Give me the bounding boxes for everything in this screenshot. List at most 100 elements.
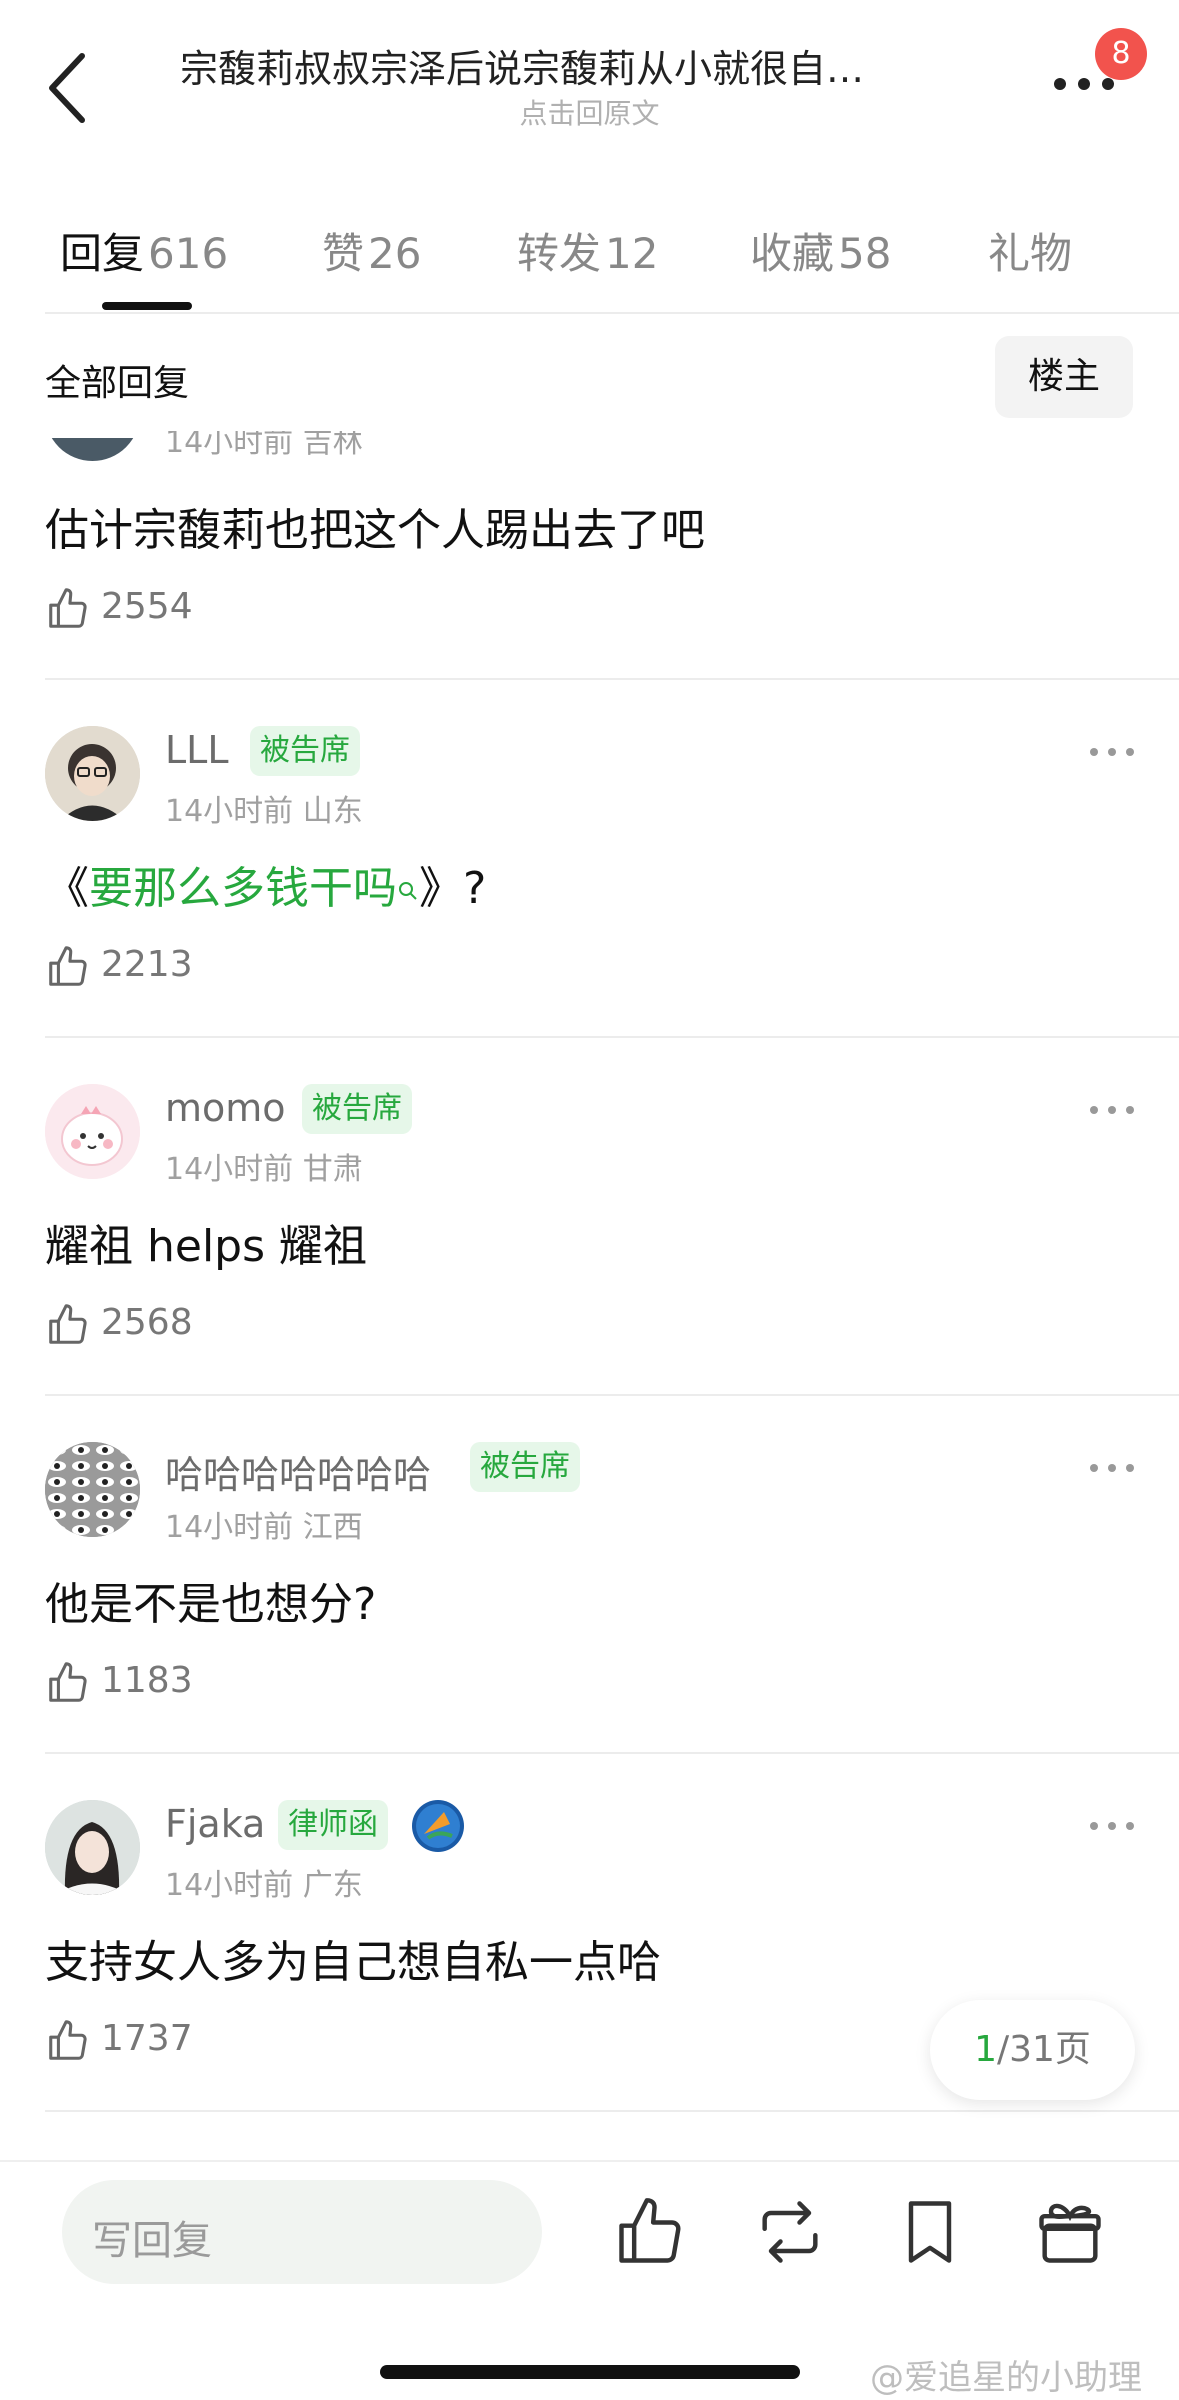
- divider: [45, 678, 1179, 680]
- flower-icon: [412, 1800, 464, 1852]
- comment-location: 山东: [302, 794, 363, 829]
- like-count: 2213: [101, 944, 193, 985]
- active-tab-indicator: [102, 302, 192, 310]
- reply-placeholder: 写回复: [92, 2218, 212, 2264]
- tab-label: 收藏: [750, 229, 835, 278]
- like-button[interactable]: 2568: [45, 1302, 245, 1352]
- current-page: 1: [974, 2029, 997, 2070]
- like-post-button[interactable]: [612, 2194, 688, 2270]
- avatar[interactable]: [45, 1800, 140, 1895]
- tab-favorites[interactable]: 收藏58: [750, 220, 891, 281]
- comment-text: 《要那么多钱干吗 》?: [45, 852, 486, 916]
- username[interactable]: 哈哈哈哈哈哈哈: [165, 1444, 431, 1499]
- divider: [45, 312, 1179, 314]
- comment-location: 广东: [302, 1868, 363, 1903]
- divider: [45, 2110, 1179, 2112]
- comment-time: 14小时前: [165, 431, 294, 460]
- filter-all-replies[interactable]: 全部回复: [45, 354, 189, 406]
- comment-location: 甘肃: [302, 1152, 363, 1187]
- comment-meta: 14小时前 广东: [165, 1860, 363, 1904]
- bookmark-icon: [908, 2201, 952, 2263]
- like-button[interactable]: 2554: [45, 586, 245, 636]
- like-button[interactable]: 1737: [45, 2018, 245, 2068]
- comment-text: 耀祖 helps 耀祖: [45, 1221, 368, 1272]
- like-count: 2568: [101, 1302, 193, 1343]
- user-badge: 律师函: [278, 1800, 388, 1850]
- avatar-image: [45, 1800, 140, 1895]
- text-prefix: 《: [45, 863, 89, 914]
- comment-meta: 14小时前 甘肃: [165, 1144, 363, 1188]
- user-badge: 被告席: [302, 1084, 412, 1134]
- divider: [45, 1036, 1179, 1038]
- home-indicator: [380, 2365, 800, 2379]
- tab-reposts[interactable]: 转发12: [517, 220, 658, 281]
- back-to-original-link[interactable]: 点击回原文: [0, 92, 1179, 132]
- thumb-up-icon: [49, 1662, 87, 1702]
- bird-of-paradise-badge-icon: [410, 1798, 466, 1854]
- text-suffix: 》?: [419, 863, 487, 914]
- like-button[interactable]: 2213: [45, 944, 245, 994]
- comment-time: 14小时前: [165, 1152, 294, 1187]
- avatar-image: [45, 1084, 140, 1179]
- comment-location: 吉林: [302, 431, 363, 460]
- thumb-up-icon: [49, 588, 87, 628]
- tab-label: 回复: [60, 229, 145, 278]
- user-badge: 被告席: [250, 726, 360, 776]
- tab-label: 礼物: [988, 229, 1073, 278]
- thumb-up-icon: [619, 2198, 681, 2263]
- avatar[interactable]: [45, 438, 140, 462]
- comment-text: 估计宗馥莉也把这个人踢出去了吧: [45, 505, 705, 556]
- thumb-up-icon: [49, 1304, 87, 1344]
- username[interactable]: LLL: [165, 728, 229, 772]
- total-pages: /31页: [996, 2029, 1091, 2070]
- like-count: 2554: [101, 586, 193, 627]
- comment-menu-button[interactable]: [1090, 1458, 1140, 1478]
- comment-text: 他是不是也想分?: [45, 1579, 377, 1630]
- gift-icon: [1039, 2203, 1101, 2263]
- page-title: 宗馥莉叔叔宗泽后说宗馥莉从小就很自…: [180, 47, 865, 91]
- tab-replies[interactable]: 回复616: [60, 220, 228, 281]
- tab-gifts[interactable]: 礼物: [988, 220, 1072, 281]
- comment-menu-button[interactable]: [1090, 742, 1140, 762]
- username[interactable]: Fjaka: [165, 1802, 265, 1846]
- bookmark-button[interactable]: [892, 2194, 968, 2270]
- comment-text: 支持女人多为自己想自私一点哈: [45, 1937, 661, 1988]
- tab-count: 58: [838, 229, 892, 278]
- comment-meta: 14小时前 山东: [165, 786, 363, 830]
- tab-label: 赞: [322, 229, 365, 278]
- thumb-up-icon: [49, 946, 87, 986]
- username[interactable]: momo: [165, 1086, 286, 1130]
- divider: [45, 1752, 1179, 1754]
- comment-meta: 14小时前 江西: [165, 1502, 363, 1546]
- comment-time: 14小时前: [165, 1868, 294, 1903]
- repost-button[interactable]: [752, 2194, 828, 2270]
- like-count: 1737: [101, 2018, 193, 2059]
- comment-menu-button[interactable]: [1090, 1100, 1140, 1120]
- avatar-image: [45, 1442, 140, 1537]
- avatar[interactable]: [45, 726, 140, 821]
- page-indicator[interactable]: 1/31页: [930, 2000, 1135, 2100]
- gift-button[interactable]: [1032, 2194, 1108, 2270]
- tab-likes[interactable]: 赞26: [322, 220, 421, 281]
- notification-badge: 8: [1095, 28, 1147, 80]
- avatar-image: [45, 726, 140, 821]
- like-count: 1183: [101, 1660, 193, 1701]
- avatar[interactable]: [45, 1442, 140, 1537]
- thumb-up-icon: [49, 2020, 87, 2060]
- divider: [0, 2160, 1179, 2162]
- repost-icon: [762, 2201, 818, 2263]
- tab-count: 26: [368, 229, 422, 278]
- tab-count: 616: [148, 229, 229, 278]
- avatar[interactable]: [45, 1084, 140, 1179]
- search-icon: [399, 882, 417, 900]
- comment-time: 14小时前: [165, 794, 294, 829]
- op-only-button[interactable]: 楼主: [995, 336, 1133, 418]
- comment-menu-button[interactable]: [1090, 1816, 1140, 1836]
- watermark: @爱追星的小助理: [870, 2358, 1142, 2398]
- reply-input[interactable]: 写回复: [62, 2180, 542, 2284]
- divider: [45, 1394, 1179, 1396]
- user-badge: 被告席: [470, 1442, 580, 1492]
- comment-time: 14小时前: [165, 1510, 294, 1545]
- like-button[interactable]: 1183: [45, 1660, 245, 1710]
- topic-link[interactable]: 要那么多钱干吗: [89, 863, 397, 914]
